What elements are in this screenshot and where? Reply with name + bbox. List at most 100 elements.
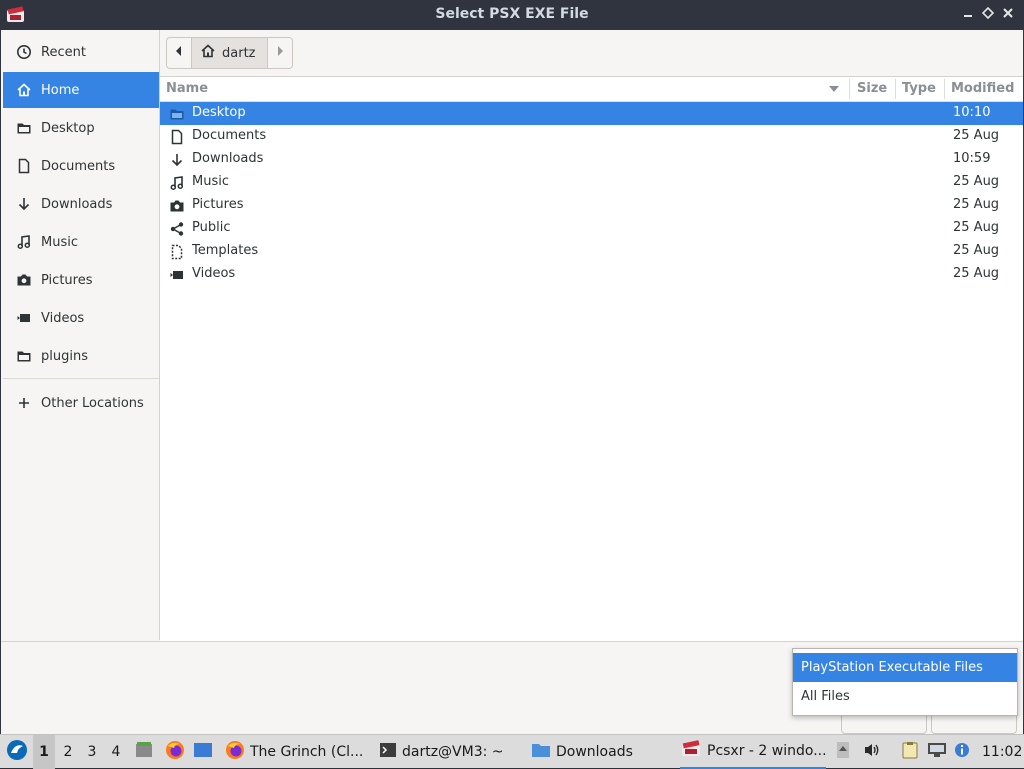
tray-scroll-button[interactable] — [835, 735, 851, 769]
firefox-launcher[interactable] — [164, 735, 186, 769]
sidebar-item-home[interactable]: Home — [3, 72, 159, 108]
sidebar-item-label: Recent — [41, 44, 86, 60]
folder-icon — [531, 741, 551, 763]
maximize-button[interactable] — [980, 6, 996, 23]
table-row[interactable]: Public 25 Aug — [160, 217, 1023, 240]
start-menu-button[interactable] — [4, 735, 30, 769]
music-icon — [168, 174, 186, 191]
chevron-right-icon — [275, 45, 285, 61]
file-manager-launcher[interactable] — [134, 735, 154, 769]
filter-option-playstation-exe[interactable]: PlayStation Executable Files — [793, 653, 1017, 682]
clipboard-button[interactable] — [900, 735, 920, 769]
file-name: Videos — [192, 266, 236, 281]
workspace-4[interactable]: 4 — [105, 735, 127, 769]
close-button[interactable] — [1000, 7, 1016, 23]
task-label: The Grinch (Cl... — [250, 744, 364, 760]
table-row[interactable]: Desktop 10:10 — [160, 102, 1023, 125]
sidebar-item-label: Documents — [41, 158, 116, 174]
clipboard-icon — [902, 741, 918, 763]
path-forward-button[interactable] — [267, 37, 294, 69]
document-icon — [15, 158, 33, 174]
file-manager-icon — [135, 741, 153, 763]
network-button[interactable] — [926, 735, 948, 769]
sidebar-divider — [3, 378, 159, 379]
task-downloads-folder[interactable]: Downloads — [531, 735, 633, 769]
sidebar-item-documents[interactable]: Documents — [3, 148, 159, 184]
home-icon — [15, 82, 33, 98]
column-header-modified[interactable]: Modified — [951, 81, 1014, 96]
file-name: Documents — [192, 128, 267, 143]
sidebar-item-label: Music — [41, 234, 78, 250]
sidebar-item-videos[interactable]: Videos — [3, 300, 159, 336]
workspace-3[interactable]: 3 — [81, 735, 103, 769]
column-divider — [849, 79, 850, 99]
path-bar: dartz — [166, 37, 294, 69]
task-label: dartz@VM3: ~ — [402, 744, 504, 760]
filter-option-all-files[interactable]: All Files — [793, 682, 1017, 711]
camera-icon — [168, 197, 186, 214]
clock[interactable]: 11:02 — [982, 735, 1022, 769]
file-filter-dropdown: PlayStation Executable Files All Files — [792, 648, 1018, 716]
column-header-name[interactable]: Name — [166, 81, 208, 96]
file-modified: 10:59 — [953, 151, 991, 166]
camera-icon — [15, 272, 33, 288]
column-divider — [944, 79, 945, 99]
file-modified: 25 Aug — [953, 266, 1000, 281]
path-crumb-label: dartz — [222, 45, 256, 61]
table-row[interactable]: Templates 25 Aug — [160, 240, 1023, 263]
sidebar-item-other-locations[interactable]: Other Locations — [3, 385, 159, 421]
sidebar-item-downloads[interactable]: Downloads — [3, 186, 159, 222]
workspace-2[interactable]: 2 — [57, 735, 79, 769]
path-crumb-home[interactable]: dartz — [192, 37, 268, 69]
column-header-size[interactable]: Size — [857, 81, 887, 96]
file-modified: 25 Aug — [953, 243, 1000, 258]
table-row[interactable]: Documents 25 Aug — [160, 125, 1023, 148]
clock-icon — [15, 44, 33, 60]
sort-descending-icon — [828, 83, 840, 98]
file-name: Desktop — [192, 105, 246, 120]
file-modified: 25 Aug — [953, 197, 1000, 212]
sidebar-item-label: Downloads — [41, 196, 113, 212]
sidebar-item-label: Pictures — [41, 272, 93, 288]
plus-icon — [15, 395, 33, 411]
sidebar-item-recent[interactable]: Recent — [3, 34, 159, 70]
window-title: Select PSX EXE File — [435, 6, 589, 22]
task-pcsxr[interactable]: Pcsxr - 2 windo... — [680, 735, 827, 769]
minimize-button[interactable] — [960, 7, 976, 23]
path-back-button[interactable] — [166, 37, 192, 69]
lubuntu-logo-icon — [6, 739, 28, 765]
chevron-left-icon — [174, 45, 184, 61]
column-header-type[interactable]: Type — [902, 81, 936, 96]
task-label: Pcsxr - 2 windo... — [707, 743, 827, 759]
column-divider — [895, 79, 896, 99]
update-notifier-button[interactable] — [952, 735, 972, 769]
file-name: Public — [192, 220, 231, 235]
sidebar-item-label: Videos — [41, 310, 85, 326]
sidebar-item-plugins[interactable]: plugins — [3, 338, 159, 374]
firefox-icon — [225, 740, 245, 764]
file-chooser-dialog: Recent Home Desktop Documents Downloads — [0, 30, 1024, 735]
sidebar-item-desktop[interactable]: Desktop — [3, 110, 159, 146]
file-list: Name Size Type Modified Desktop 10:10 Do… — [160, 76, 1023, 641]
desktop-launcher[interactable] — [192, 735, 214, 769]
sidebar-item-label: Desktop — [41, 120, 95, 136]
file-name: Pictures — [192, 197, 244, 212]
file-name: Music — [192, 174, 229, 189]
download-icon — [15, 196, 33, 212]
task-firefox-grinch[interactable]: The Grinch (Cl... — [225, 735, 363, 769]
sidebar-item-music[interactable]: Music — [3, 224, 159, 260]
volume-button[interactable] — [862, 735, 882, 769]
share-icon — [168, 220, 186, 237]
table-row[interactable]: Music 25 Aug — [160, 171, 1023, 194]
sidebar-item-label: Home — [41, 82, 80, 98]
table-row[interactable]: Downloads 10:59 — [160, 148, 1023, 171]
sidebar-item-pictures[interactable]: Pictures — [3, 262, 159, 298]
folder-icon — [15, 348, 33, 364]
workspace-1[interactable]: 1 — [33, 735, 55, 769]
column-header-row: Name Size Type Modified — [160, 77, 1023, 102]
task-terminal[interactable]: dartz@VM3: ~ — [379, 735, 504, 769]
terminal-icon — [379, 741, 397, 763]
table-row[interactable]: Pictures 25 Aug — [160, 194, 1023, 217]
table-row[interactable]: Videos 25 Aug — [160, 263, 1023, 286]
show-desktop-icon — [193, 741, 213, 763]
